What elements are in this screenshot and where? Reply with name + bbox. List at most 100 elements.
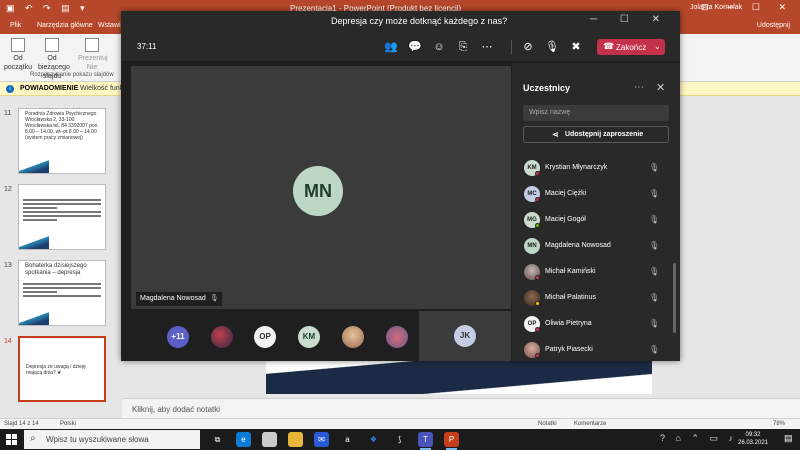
- notes-pane[interactable]: Kliknij, aby dodać notatki: [122, 398, 800, 418]
- chevron-down-icon[interactable]: ⌄: [654, 42, 661, 51]
- status-dot: [535, 301, 540, 306]
- system-tray-icons[interactable]: ? ⌂ ⌃ ▭ ♪: [660, 433, 737, 444]
- slide-thumbnail-13[interactable]: Bohaterka dzisiejszego spotkania – depre…: [18, 260, 106, 326]
- teams-icon[interactable]: T: [418, 432, 433, 450]
- window-controls-icons[interactable]: ─ ☐ ✕: [590, 14, 670, 25]
- teams-meeting-window: Depresja czy może dotknąć każdego z nas?…: [121, 11, 680, 361]
- amazon-icon[interactable]: a: [340, 432, 355, 447]
- self-video-tile[interactable]: JK: [419, 311, 511, 361]
- participant-row[interactable]: OP Oliwia Pietryna 🎙: [512, 311, 680, 337]
- chat-icon[interactable]: 💬: [407, 39, 423, 55]
- clock-time: 09:32: [745, 432, 761, 438]
- participant-avatar[interactable]: KM: [298, 326, 320, 348]
- app-icon[interactable]: ⟆: [392, 432, 407, 447]
- share-tray-icon[interactable]: ✖: [568, 39, 584, 55]
- participant-name: Krystian Młynarczyk: [545, 164, 608, 171]
- notification-title: POWIADOMIENIE: [20, 85, 79, 92]
- main-video-stage[interactable]: MN Magdalena Nowosad 🎙: [131, 66, 511, 309]
- mic-muted-icon: 🎙: [649, 215, 660, 224]
- participant-row[interactable]: Michał Palatinus 🎙: [512, 285, 680, 311]
- slide-thumbnails: 11 Poradnia Zdrowia Psychicznego Wrocław…: [0, 96, 122, 416]
- slideshow-icon: [11, 38, 25, 52]
- present-online-button[interactable]: Prezentuj Nie: [78, 38, 108, 72]
- more-options-icon[interactable]: ⋯: [634, 82, 644, 93]
- slide-counter: Slajd 14 z 14: [4, 421, 39, 427]
- slide-number: 13: [4, 262, 12, 269]
- share-screen-icon[interactable]: ⎘: [455, 39, 471, 55]
- camera-off-icon[interactable]: ⊘: [520, 39, 536, 55]
- participant-name: Maciej Ciężki: [545, 190, 587, 197]
- share-invite-button[interactable]: ⋖ Udostępnij zaproszenie: [523, 126, 669, 143]
- leave-button[interactable]: ☎ Zakończ ⌄: [597, 39, 665, 55]
- participant-row[interactable]: Patryk Piasecki 🎙: [512, 337, 680, 363]
- participant-search-input[interactable]: Wpisz nazwę: [523, 105, 669, 121]
- participant-name: Magdalena Nowosad: [545, 242, 611, 249]
- status-bar: Slajd 14 z 14 Polski Notatki Komentarze …: [0, 418, 800, 429]
- panel-scrollbar[interactable]: [673, 263, 676, 333]
- powerpoint-icon[interactable]: P: [444, 432, 459, 450]
- mic-muted-icon: 🎙: [649, 319, 660, 328]
- store-icon[interactable]: [262, 432, 277, 447]
- slide-thumbnail-14[interactable]: Depresja ze uwagą i dzieję mającą dnia? …: [18, 336, 106, 402]
- more-actions-icon[interactable]: ⋯: [479, 39, 495, 55]
- slide-number: 12: [4, 186, 12, 193]
- status-dot: [535, 197, 540, 202]
- phone-hangup-icon: ☎: [603, 41, 615, 51]
- notes-toggle[interactable]: Notatki: [538, 421, 557, 427]
- slide-number: 14: [4, 338, 12, 345]
- from-beginning-button[interactable]: Od początku: [4, 38, 32, 72]
- participant-photo[interactable]: [211, 326, 233, 348]
- comments-toggle[interactable]: Komentarze: [574, 421, 606, 427]
- participant-name: Patryk Piasecki: [545, 346, 593, 353]
- meeting-toolbar: 37:11 👥 💬 ☺ ⎘ ⋯ ⊘ 🎙 ✖ ☎ Zakończ ⌄: [121, 32, 680, 62]
- share-invite-label: Udostępnij zaproszenie: [565, 131, 644, 138]
- teams-titlebar: Depresja czy może dotknąć każdego z nas?…: [121, 11, 680, 32]
- participant-photo[interactable]: [386, 326, 408, 348]
- slideshow-icon: [45, 38, 59, 52]
- participant-photo[interactable]: [342, 326, 364, 348]
- participants-icon[interactable]: 👥: [383, 39, 399, 55]
- slide-thumbnail-12[interactable]: [18, 184, 106, 250]
- slide-thumbnail-11[interactable]: Poradnia Zdrowia Psychicznego Wrocławska…: [18, 108, 106, 174]
- participant-avatar[interactable]: OP: [254, 326, 276, 348]
- microphone-icon[interactable]: 🎙: [544, 39, 560, 55]
- dropbox-icon[interactable]: ❖: [366, 432, 381, 447]
- reactions-icon[interactable]: ☺: [431, 39, 447, 55]
- close-icon[interactable]: ✕: [656, 81, 665, 94]
- file-explorer-icon[interactable]: [288, 432, 303, 447]
- mic-muted-icon: 🎙: [209, 295, 219, 302]
- tab-file[interactable]: Plik: [10, 22, 21, 29]
- status-dot: [535, 353, 540, 358]
- tab-home[interactable]: Narzędzia główne: [37, 22, 93, 29]
- present-icon: [85, 38, 99, 52]
- share-icon: ⋖: [552, 130, 559, 139]
- current-slide[interactable]: [266, 360, 652, 394]
- self-avatar: JK: [454, 325, 476, 347]
- share-button[interactable]: Udostępnij: [757, 22, 790, 29]
- mic-muted-icon: 🎙: [649, 163, 660, 172]
- clock[interactable]: 09:32 26.03.2021: [738, 431, 768, 447]
- toolbar-divider: [511, 40, 512, 54]
- quick-access-icons[interactable]: ▣ ↶ ↷ ▤ ▾: [6, 3, 89, 14]
- overflow-participants[interactable]: +11: [167, 326, 189, 348]
- participant-row[interactable]: MG Maciej Gogół 🎙: [512, 207, 680, 233]
- zoom-level[interactable]: 78%: [773, 421, 785, 427]
- window-controls-icons[interactable]: ⊡ ─ ☐ ✕: [701, 2, 794, 13]
- participant-row[interactable]: KM Krystian Młynarczyk 🎙: [512, 155, 680, 181]
- meeting-title: Depresja czy może dotknąć każdego z nas?: [331, 16, 508, 26]
- edge-icon[interactable]: e: [236, 432, 251, 447]
- notifications-icon[interactable]: ▤: [784, 433, 793, 444]
- participant-row[interactable]: MN Magdalena Nowosad 🎙: [512, 233, 680, 259]
- taskbar: ⌕ Wpisz tu wyszukiwane słowa ⧉ e ✉ a ❖ ⟆…: [0, 429, 800, 450]
- mic-muted-icon: 🎙: [649, 241, 660, 250]
- taskbar-search[interactable]: ⌕ Wpisz tu wyszukiwane słowa: [24, 430, 200, 449]
- language[interactable]: Polski: [60, 421, 76, 427]
- search-icon: ⌕: [30, 433, 36, 444]
- slide-number: 11: [4, 110, 12, 117]
- windows-start-icon[interactable]: [6, 434, 17, 445]
- mail-icon[interactable]: ✉: [314, 432, 329, 447]
- participant-row[interactable]: Michał Kamiński 🎙: [512, 259, 680, 285]
- participant-row[interactable]: MC Maciej Ciężki 🎙: [512, 181, 680, 207]
- speaker-name: Magdalena Nowosad: [140, 295, 206, 302]
- task-view-icon[interactable]: ⧉: [210, 432, 225, 447]
